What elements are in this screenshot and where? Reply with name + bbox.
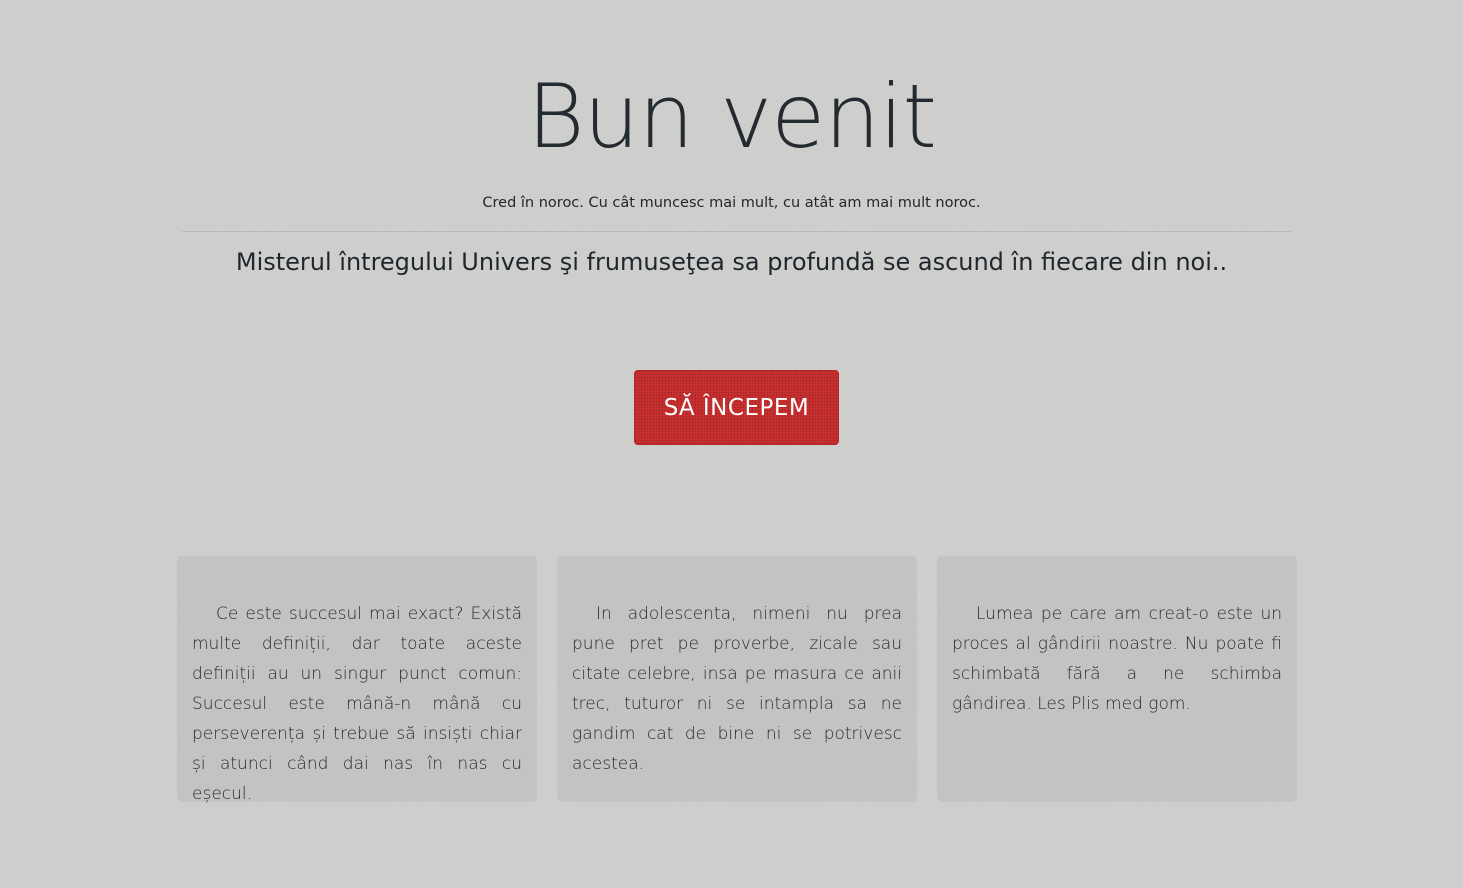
- cards-section: Ce este succesul mai exact? Există multe…: [177, 556, 1297, 804]
- page-title: Bun venit: [526, 65, 937, 168]
- card-text: Ce este succesul mai exact? Există multe…: [192, 604, 522, 804]
- card-text: Lumea pe care am creat-o este un proces …: [952, 604, 1282, 714]
- card-proverbs: In adolescenta, nimeni nu prea pune pret…: [557, 556, 917, 802]
- hero-lead: Misterul întregului Univers şi frumuseţe…: [235, 248, 1228, 276]
- start-button[interactable]: SĂ ÎNCEPEM: [634, 370, 839, 445]
- card-text: In adolescenta, nimeni nu prea pune pret…: [572, 604, 902, 774]
- card-world: Lumea pe care am creat-o este un proces …: [937, 556, 1297, 802]
- card-success: Ce este succesul mai exact? Există multe…: [177, 556, 537, 804]
- hero-divider: [182, 231, 1291, 232]
- hero-quote: Cred în noroc. Cu cât muncesc mai mult, …: [482, 195, 981, 211]
